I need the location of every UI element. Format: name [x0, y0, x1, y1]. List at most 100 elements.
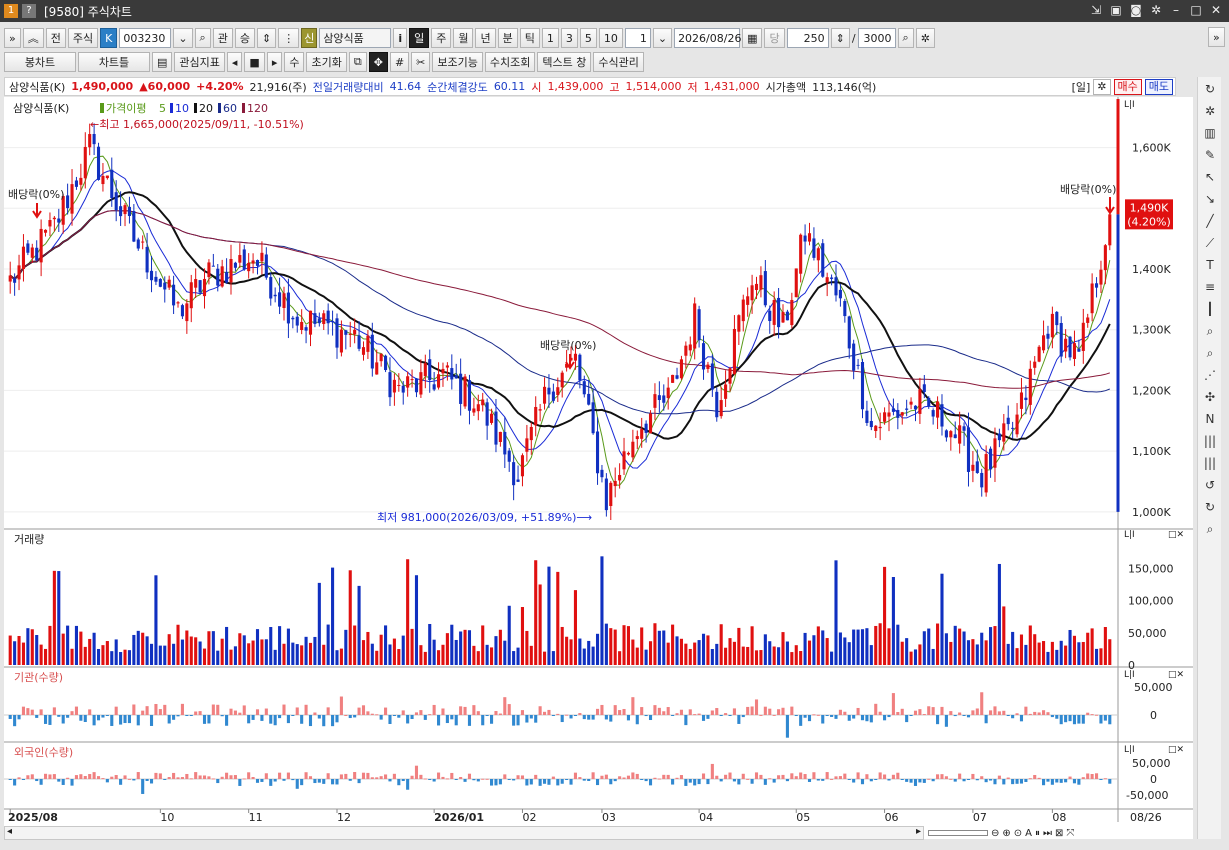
stock-code-input[interactable]: 003230	[119, 28, 172, 48]
arrow-pointer-icon[interactable]: ↖	[1201, 168, 1219, 186]
count-stepper[interactable]: ⇕	[830, 28, 850, 48]
panel-lock-icon[interactable]: L|I	[1124, 670, 1135, 680]
calendar-icon[interactable]: ▦	[742, 28, 763, 48]
zoom-out-icon[interactable]: ⊖	[991, 828, 999, 839]
camera-icon[interactable]: ◙	[1129, 2, 1143, 18]
interval-10[interactable]: 10	[598, 28, 623, 48]
buy-button[interactable]: 매수	[1113, 79, 1142, 95]
formula-manager-button[interactable]: 수식관리	[593, 52, 644, 72]
up-down-stepper-icon[interactable]: ⇕	[256, 28, 277, 48]
panel-close-icon[interactable]: □✕	[1168, 530, 1184, 540]
n-wave-icon[interactable]: N	[1201, 410, 1219, 428]
fullscreen-icon[interactable]: ⤧	[1066, 828, 1074, 839]
period-indicator[interactable]: [일]	[1072, 79, 1091, 95]
copy-icon[interactable]: ⧉	[348, 52, 367, 72]
auto-scale-icon[interactable]: A	[1025, 828, 1032, 839]
collapse-up-icon[interactable]: ︽	[22, 28, 44, 48]
zoom-in-icon[interactable]: ⊕	[1002, 828, 1010, 839]
period-day[interactable]: 일	[409, 28, 430, 48]
redo-icon[interactable]: ↻	[1201, 498, 1219, 516]
link-icon[interactable]: ⇲	[1089, 2, 1103, 18]
chevron-down-icon[interactable]: ⌄	[652, 28, 673, 48]
candle-chart-button[interactable]: 봉차트	[4, 52, 76, 72]
maximize-icon[interactable]: □	[1189, 2, 1203, 18]
help-icon[interactable]: ?	[22, 4, 36, 18]
gear-icon[interactable]: ✲	[1201, 102, 1219, 120]
text-tool-icon[interactable]: T	[1201, 256, 1219, 274]
undo-icon[interactable]: ↺	[1201, 476, 1219, 494]
settings-gear-icon[interactable]: ✲	[915, 28, 935, 48]
aux-function-button[interactable]: 보조기능	[432, 52, 483, 72]
line-tool-icon[interactable]: ╱	[1201, 212, 1219, 230]
expand-right-icon[interactable]: »	[1208, 27, 1225, 47]
date-input[interactable]: 2026/08/26	[674, 28, 741, 48]
crosshair-pen-icon[interactable]: ✎	[1201, 146, 1219, 164]
more-icon[interactable]: ⋮	[278, 28, 300, 48]
panel-lock-icon[interactable]: L|I	[1124, 530, 1135, 540]
max-count-input[interactable]: 3000	[857, 28, 896, 48]
magnifier-info-icon[interactable]: ⌕	[1201, 322, 1219, 340]
crosshair-icon[interactable]: ✥	[368, 52, 388, 72]
save-icon[interactable]: ▣	[1109, 2, 1123, 18]
play-back-icon[interactable]: ◂	[226, 52, 243, 72]
close-icon[interactable]: ✕	[1209, 2, 1223, 18]
refresh-icon[interactable]: ↻	[1201, 80, 1219, 98]
vertical-lines-icon[interactable]: |||	[1201, 432, 1219, 450]
pause-icon[interactable]: ⏸	[1035, 828, 1040, 839]
period-year[interactable]: 년	[475, 28, 496, 48]
expand-icon[interactable]: »	[4, 28, 21, 48]
market-select[interactable]: 주식	[67, 28, 99, 48]
k-badge[interactable]: K	[100, 28, 118, 48]
scroll-left-icon[interactable]: ◂	[7, 826, 12, 837]
chart-template-button[interactable]: 차트틀	[78, 52, 150, 72]
vertical-lines-2-icon[interactable]: |||	[1201, 454, 1219, 472]
zoom-fit-icon[interactable]: ⊙	[1014, 828, 1022, 839]
play-icon[interactable]: ▸	[266, 52, 283, 72]
auto-line-icon[interactable]: ⟋	[1201, 234, 1219, 252]
panel-buttons-main[interactable]: L|I	[1124, 100, 1135, 110]
info-button[interactable]: i	[393, 28, 408, 48]
gwan-button[interactable]: 관	[212, 28, 233, 48]
pattern-icon[interactable]: ✣	[1201, 388, 1219, 406]
search-icon[interactable]: ⌕	[194, 28, 211, 48]
zoom-slider[interactable]	[928, 830, 988, 836]
value-lookup-button[interactable]: 수치조회	[484, 52, 536, 72]
interval-1[interactable]: 1	[541, 28, 559, 48]
split-icon[interactable]: ⊠	[1055, 828, 1063, 839]
info-gear-icon[interactable]: ✲	[1093, 79, 1111, 95]
interest-indicator-button[interactable]: 관심지표	[174, 52, 225, 72]
save-template-icon[interactable]: ▤	[152, 52, 173, 72]
horizontal-scrollbar[interactable]: ◂ ▸	[4, 826, 924, 840]
gear-icon[interactable]: ✲	[1149, 2, 1163, 18]
scroll-right-icon[interactable]: ▸	[916, 826, 921, 837]
panel-lock-icon[interactable]: L|I	[1124, 745, 1135, 755]
seung-button[interactable]: 승	[234, 28, 255, 48]
stop-icon[interactable]: ■	[244, 52, 265, 72]
zoom-icon[interactable]: ⌕	[1201, 520, 1219, 538]
bar-chart-icon[interactable]: ▥	[1201, 124, 1219, 142]
reset-button[interactable]: 초기화	[306, 52, 347, 72]
period-week[interactable]: 주	[431, 28, 452, 48]
period-tick[interactable]: 틱	[519, 28, 540, 48]
period-minute[interactable]: 분	[497, 28, 518, 48]
step-icon[interactable]: ⏭	[1043, 828, 1052, 839]
pointer-icon[interactable]: ↘	[1201, 190, 1219, 208]
panel-close-icon[interactable]: □✕	[1168, 745, 1184, 755]
candle-tool-icon[interactable]: ┃	[1201, 300, 1219, 318]
zoom-search-icon[interactable]: ⌕	[897, 28, 914, 48]
stock-chart[interactable]: 1,600K 1,400K 1,300K 1,200K 1,100K 1,000K 150…	[4, 97, 1193, 839]
fibonacci-icon[interactable]: ⋰	[1201, 366, 1219, 384]
all-tool-icon[interactable]: ≡	[1201, 278, 1219, 296]
panel-close-icon[interactable]: □✕	[1168, 670, 1184, 680]
chevron-down-icon[interactable]: ⌄	[173, 28, 193, 48]
text-window-button[interactable]: 텍스트 창	[537, 52, 592, 72]
interval-input[interactable]: 1	[624, 28, 651, 48]
dang-button[interactable]: 당	[764, 28, 785, 48]
interval-3[interactable]: 3	[560, 28, 578, 48]
sell-button[interactable]: 매도	[1144, 79, 1173, 95]
interval-5[interactable]: 5	[579, 28, 597, 48]
su-button[interactable]: 수	[284, 52, 305, 72]
period-month[interactable]: 월	[453, 28, 474, 48]
hash-icon[interactable]: #	[389, 52, 410, 72]
scissors-icon[interactable]: ✂	[411, 52, 431, 72]
